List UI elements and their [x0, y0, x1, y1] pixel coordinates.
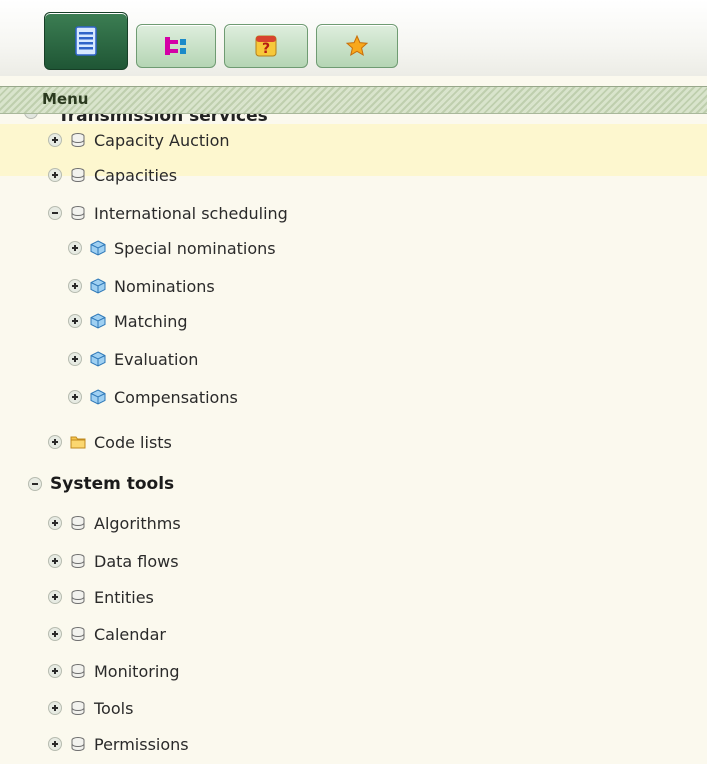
database-icon [70, 589, 86, 605]
tree-item-data-flows[interactable]: Data flows [48, 549, 179, 573]
cube-icon [90, 351, 106, 367]
database-icon [70, 132, 86, 148]
tree-item-label: System tools [50, 474, 175, 494]
database-icon [70, 205, 86, 221]
tree-item-label: Code lists [94, 432, 172, 452]
expand-icon[interactable] [48, 554, 62, 568]
collapse-icon[interactable] [28, 477, 42, 491]
tree-item-label: Monitoring [94, 661, 180, 681]
tree-item-label: Entities [94, 587, 154, 607]
toolbar: ? [0, 0, 707, 76]
database-icon [70, 736, 86, 752]
database-icon [70, 553, 86, 569]
expand-icon[interactable] [68, 279, 82, 293]
tree-item-nominations[interactable]: Nominations [68, 274, 215, 298]
menu-title: Menu [42, 90, 89, 108]
tree-item-monitoring[interactable]: Monitoring [48, 659, 180, 683]
svg-text:?: ? [262, 41, 270, 57]
tree-item-label: Calendar [94, 624, 166, 644]
tree-item-label: Algorithms [94, 513, 181, 533]
tree-item-label: Permissions [94, 734, 189, 754]
tree-item-calendar[interactable]: Calendar [48, 622, 166, 646]
tree-item-permissions[interactable]: Permissions [48, 732, 189, 756]
tree-item-label: International scheduling [94, 203, 288, 223]
menu-header: Menu [0, 86, 707, 114]
expand-icon[interactable] [48, 168, 62, 182]
tree-item-capacities[interactable]: Capacities [48, 163, 177, 187]
expand-icon[interactable] [68, 352, 82, 366]
database-icon [70, 700, 86, 716]
tree-item-evaluation[interactable]: Evaluation [68, 347, 198, 371]
expand-icon[interactable] [68, 241, 82, 255]
help-icon: ? [255, 35, 277, 57]
expand-icon[interactable] [48, 664, 62, 678]
expand-icon[interactable] [48, 737, 62, 751]
tree-group-system-tools[interactable]: System tools [28, 472, 174, 496]
tree-item-algorithms[interactable]: Algorithms [48, 511, 181, 535]
tree-item-label: Capacity Auction [94, 130, 230, 150]
cube-icon [90, 278, 106, 294]
tree-item-label: Capacities [94, 165, 178, 185]
tree-item-label: Special nominations [114, 238, 276, 258]
tree-item-label: Data flows [94, 551, 179, 571]
expand-icon[interactable] [48, 701, 62, 715]
database-icon [70, 626, 86, 642]
tree-view-button[interactable] [136, 24, 216, 68]
expand-icon[interactable] [48, 516, 62, 530]
tree-item-matching[interactable]: Matching [68, 309, 188, 333]
menu-view-button[interactable] [44, 12, 128, 70]
expand-icon[interactable] [48, 627, 62, 641]
expand-icon[interactable] [68, 390, 82, 404]
tree-item-capacity-auction[interactable]: Capacity Auction [48, 128, 230, 152]
tree-item-label: Nominations [114, 276, 215, 296]
cube-icon [90, 313, 106, 329]
help-button[interactable]: ? [224, 24, 308, 68]
list-icon [75, 26, 97, 56]
tree-item-label: Compensations [114, 387, 238, 407]
cube-icon [90, 240, 106, 256]
database-icon [70, 663, 86, 679]
collapse-icon[interactable] [48, 206, 62, 220]
expand-icon[interactable] [68, 314, 82, 328]
tree-item-compensations[interactable]: Compensations [68, 385, 238, 409]
expand-icon[interactable] [48, 435, 62, 449]
favorites-button[interactable] [316, 24, 398, 68]
tree-item-code-lists[interactable]: Code lists [48, 430, 172, 454]
database-icon [70, 515, 86, 531]
database-icon [70, 167, 86, 183]
tree-icon [165, 37, 186, 55]
tree-item-label: Tools [94, 698, 134, 718]
expand-icon[interactable] [48, 133, 62, 147]
tree-item-special-nominations[interactable]: Special nominations [68, 236, 276, 260]
expand-icon[interactable] [48, 590, 62, 604]
tree-item-entities[interactable]: Entities [48, 585, 154, 609]
cube-icon [90, 389, 106, 405]
folder-icon [70, 434, 86, 450]
star-icon [345, 34, 369, 57]
tree-item-tools[interactable]: Tools [48, 696, 133, 720]
tree-item-label: Matching [114, 311, 188, 331]
tree-item-international-scheduling[interactable]: International scheduling [48, 201, 288, 225]
tree-item-label: Evaluation [114, 349, 199, 369]
